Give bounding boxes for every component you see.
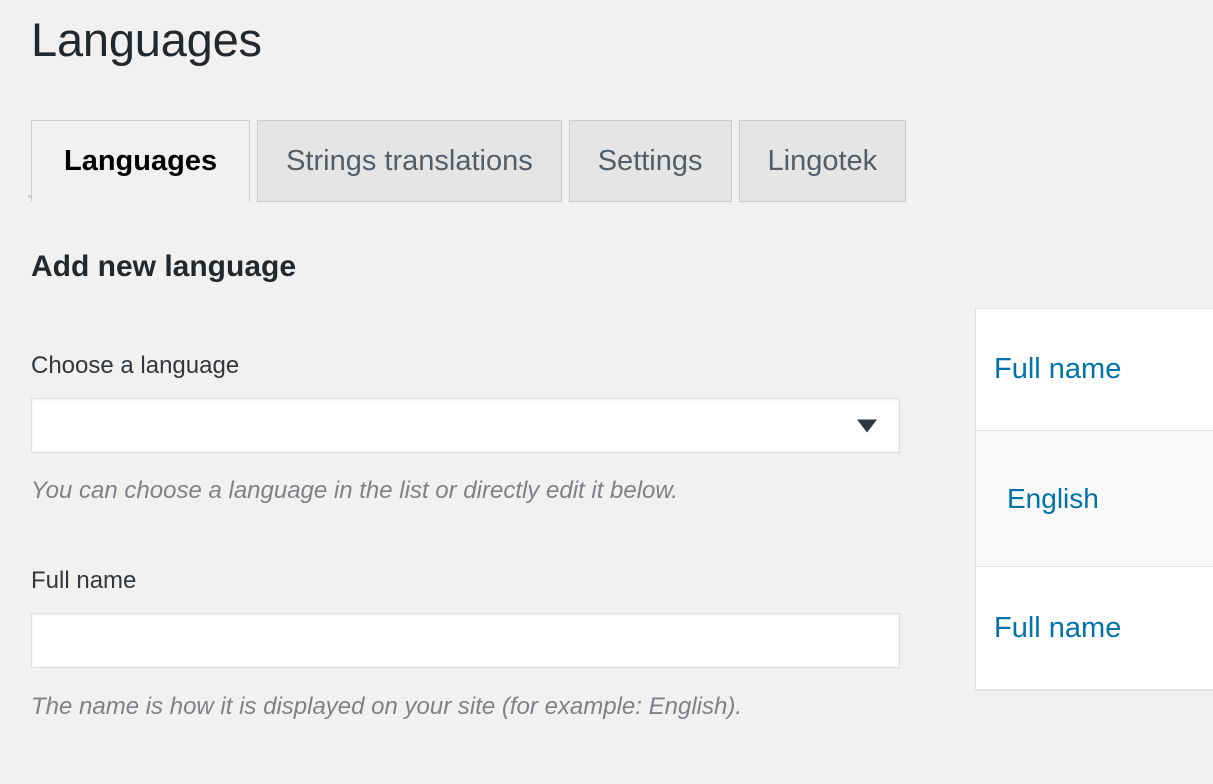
tab-lingotek[interactable]: Lingotek — [739, 120, 907, 202]
choose-language-description: You can choose a language in the list or… — [31, 472, 911, 509]
chevron-down-icon — [857, 419, 877, 432]
column-header-full-name[interactable]: Full name — [994, 355, 1121, 384]
table-row[interactable]: Full name — [976, 567, 1213, 689]
full-name-label: Full name — [31, 567, 136, 595]
choose-language-select-value[interactable] — [32, 399, 899, 452]
tab-strings-translations[interactable]: Strings translations — [257, 120, 562, 202]
table-row[interactable]: English — [976, 431, 1213, 567]
column-footer-full-name[interactable]: Full name — [994, 614, 1121, 643]
tab-settings[interactable]: Settings — [569, 120, 732, 202]
choose-language-select[interactable] — [31, 398, 900, 453]
language-link-english[interactable]: English — [1007, 485, 1099, 513]
languages-side-table: Full name English Full name — [975, 308, 1213, 690]
full-name-field[interactable] — [31, 613, 900, 668]
tab-strip: Languages Strings translations Settings … — [31, 120, 913, 202]
choose-language-label: Choose a language — [31, 352, 239, 380]
add-new-language-heading: Add new language — [31, 250, 296, 284]
page-title: Languages — [31, 14, 262, 66]
table-row[interactable]: Full name — [976, 309, 1213, 431]
full-name-input[interactable] — [32, 614, 899, 667]
tab-languages[interactable]: Languages — [31, 120, 250, 202]
full-name-description: The name is how it is displayed on your … — [31, 688, 911, 725]
